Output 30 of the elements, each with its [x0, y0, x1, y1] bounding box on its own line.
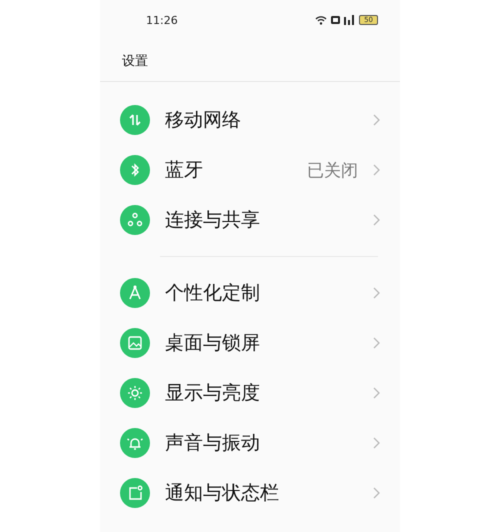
chevron-icon — [373, 164, 380, 176]
setting-value: 已关闭 — [307, 160, 358, 182]
share-icon — [120, 205, 150, 235]
chevron-icon — [373, 437, 380, 449]
sun-icon — [120, 378, 150, 408]
time: 11:26 — [146, 14, 179, 26]
setting-label[interactable]: 声音与振动 — [165, 430, 358, 456]
chevron-icon — [373, 387, 380, 399]
chevron-icon — [373, 214, 380, 226]
hd-icon — [331, 16, 340, 24]
setting-label[interactable]: 通知与状态栏 — [165, 480, 358, 506]
chevron-icon — [373, 487, 380, 499]
bluetooth-icon — [120, 155, 150, 185]
compass-icon — [120, 278, 150, 308]
updown-icon — [120, 105, 150, 135]
notify-icon — [120, 478, 150, 508]
setting-label[interactable]: 蓝牙 — [165, 157, 292, 183]
signal-icon — [344, 15, 356, 25]
wifi-icon — [315, 15, 328, 25]
chevron-icon — [373, 114, 380, 126]
image-icon — [120, 328, 150, 358]
page-title: 设置 — [122, 52, 148, 70]
setting-label[interactable]: 个性化定制 — [165, 280, 358, 306]
setting-label[interactable]: 移动网络 — [165, 107, 358, 133]
setting-label[interactable]: 桌面与锁屏 — [165, 330, 358, 356]
chevron-icon — [373, 337, 380, 349]
setting-label[interactable]: 显示与亮度 — [165, 380, 358, 406]
setting-label[interactable]: 连接与共享 — [165, 207, 358, 233]
bell-icon — [120, 428, 150, 458]
chevron-icon — [373, 287, 380, 299]
